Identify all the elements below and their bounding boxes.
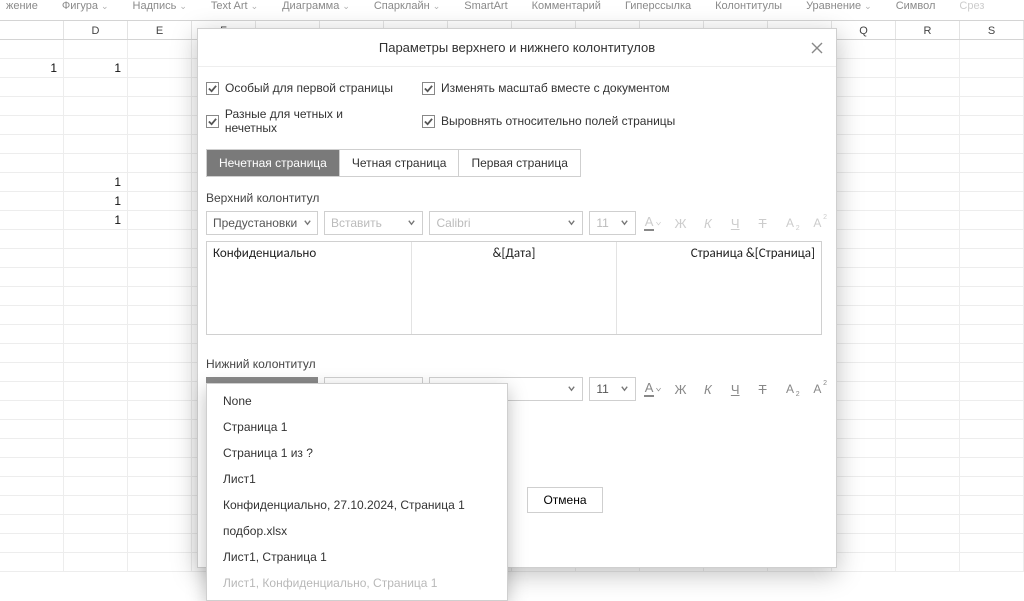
preset-option[interactable]: Страница 1: [207, 414, 507, 440]
ribbon-item[interactable]: Уравнение: [806, 0, 872, 12]
dialog-title: Параметры верхнего и нижнего колонтитуло…: [379, 40, 655, 55]
checkbox-odd-even[interactable]: Разные для четных и нечетных: [206, 107, 396, 135]
header-content-grid[interactable]: Конфиденциально &[Дата] Страница &[Стран…: [206, 241, 822, 335]
footer-section-label: Нижний колонтитул: [206, 357, 828, 371]
underline-icon[interactable]: Ч: [725, 377, 746, 401]
checkbox-scale-doc[interactable]: Изменять масштаб вместе с документом: [422, 81, 670, 95]
col-header[interactable]: D: [64, 21, 128, 39]
strike-icon[interactable]: Т: [752, 377, 773, 401]
italic-icon[interactable]: К: [697, 377, 718, 401]
close-icon[interactable]: [808, 39, 826, 57]
header-right-cell[interactable]: Страница &[Страница]: [617, 242, 821, 334]
checkbox-label: Разные для четных и нечетных: [225, 107, 396, 135]
cancel-button[interactable]: Отмена: [527, 487, 603, 513]
checkbox-align-margins[interactable]: Выровнять относительно полей страницы: [422, 107, 675, 135]
col-header[interactable]: Q: [832, 21, 896, 39]
preset-option[interactable]: Страница 1 из ?: [207, 440, 507, 466]
preset-option[interactable]: Конфиденциально, 27.10.2024, Страница 1: [207, 492, 507, 518]
header-toolbar: Предустановки Вставить Calibri 11 A Ж К …: [206, 211, 828, 235]
preset-option[interactable]: Лист1, Конфиденциально, Страница 1: [207, 570, 507, 596]
ribbon-item[interactable]: жение: [6, 0, 38, 12]
font-color-icon[interactable]: A: [642, 211, 663, 235]
bold-icon[interactable]: Ж: [670, 377, 691, 401]
ribbon-item[interactable]: SmartArt: [464, 0, 507, 12]
preset-option[interactable]: Лист1, Страница 1: [207, 544, 507, 570]
footer-size-dropdown[interactable]: 11: [589, 377, 636, 401]
ribbon-item[interactable]: Срез: [959, 0, 984, 12]
col-header[interactable]: S: [960, 21, 1024, 39]
header-insert-dropdown[interactable]: Вставить: [324, 211, 423, 235]
preset-option[interactable]: подбор.xlsx: [207, 518, 507, 544]
checkbox-label: Изменять масштаб вместе с документом: [441, 81, 670, 95]
subscript-icon[interactable]: A2: [779, 211, 800, 235]
strike-icon[interactable]: Т: [752, 211, 773, 235]
font-color-icon[interactable]: A: [642, 377, 663, 401]
ribbon-item[interactable]: Спарклайн: [374, 0, 440, 12]
ribbon-item[interactable]: Символ: [896, 0, 936, 12]
preset-option[interactable]: Лист1: [207, 466, 507, 492]
page-type-tabs: Нечетная страница Четная страница Первая…: [206, 149, 581, 177]
ribbon-item[interactable]: Text Art: [211, 0, 258, 12]
ribbon: жение Фигура Надпись Text Art Диаграмма …: [0, 0, 1024, 20]
presets-dropdown-list: None Страница 1 Страница 1 из ? Лист1 Ко…: [206, 383, 508, 601]
bold-icon[interactable]: Ж: [670, 211, 691, 235]
header-presets-dropdown[interactable]: Предустановки: [206, 211, 318, 235]
checkbox-first-page[interactable]: Особый для первой страницы: [206, 81, 396, 95]
col-header[interactable]: E: [128, 21, 192, 39]
superscript-icon[interactable]: A2: [807, 211, 828, 235]
superscript-icon[interactable]: A2: [807, 377, 828, 401]
header-size-dropdown[interactable]: 11: [589, 211, 636, 235]
dialog-title-bar: Параметры верхнего и нижнего колонтитуло…: [198, 29, 836, 67]
ribbon-item[interactable]: Диаграмма: [282, 0, 350, 12]
underline-icon[interactable]: Ч: [725, 211, 746, 235]
subscript-icon[interactable]: A2: [779, 377, 800, 401]
header-center-cell[interactable]: &[Дата]: [412, 242, 617, 334]
tab-even-page[interactable]: Четная страница: [340, 150, 460, 176]
ribbon-item[interactable]: Надпись: [133, 0, 187, 12]
ribbon-item[interactable]: Колонтитулы: [715, 0, 782, 12]
ribbon-item[interactable]: Фигура: [62, 0, 109, 12]
tab-first-page[interactable]: Первая страница: [459, 150, 579, 176]
header-font-dropdown[interactable]: Calibri: [429, 211, 583, 235]
checkbox-label: Особый для первой страницы: [225, 81, 393, 95]
italic-icon[interactable]: К: [697, 211, 718, 235]
preset-option[interactable]: None: [207, 388, 507, 414]
col-header[interactable]: [0, 21, 64, 39]
ribbon-item[interactable]: Гиперссылка: [625, 0, 691, 12]
header-section-label: Верхний колонтитул: [206, 191, 828, 205]
col-header[interactable]: R: [896, 21, 960, 39]
ribbon-item[interactable]: Комментарий: [532, 0, 601, 12]
header-left-cell[interactable]: Конфиденциально: [207, 242, 412, 334]
tab-odd-page[interactable]: Нечетная страница: [207, 150, 340, 176]
checkbox-label: Выровнять относительно полей страницы: [441, 114, 675, 128]
